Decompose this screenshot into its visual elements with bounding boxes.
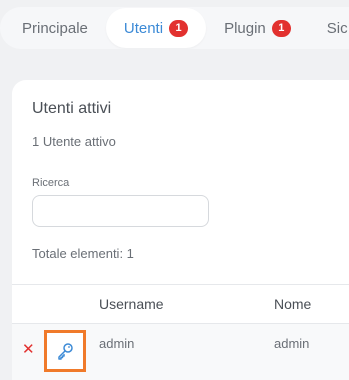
card-title: Utenti attivi — [32, 100, 112, 117]
tab-plugin[interactable]: Plugin 1 — [206, 8, 309, 48]
cell-nome: admin — [274, 336, 310, 351]
key-icon — [58, 343, 73, 360]
tab-bar: Principale Utenti 1 Plugin 1 Sic — [0, 7, 349, 49]
search-input[interactable] — [32, 195, 209, 227]
tab-label: Utenti — [123, 19, 164, 37]
active-users-card: Utenti attivi 1 Utente attivo Ricerca To… — [12, 80, 349, 380]
tab-principale[interactable]: Principale — [0, 8, 106, 48]
close-icon[interactable]: ✕ — [22, 340, 35, 358]
tab-utenti[interactable]: Utenti 1 — [105, 8, 207, 48]
tab-sicurezza[interactable]: Sic — [309, 8, 349, 48]
count-badge: 1 — [271, 19, 291, 37]
cell-username: admin — [99, 336, 135, 351]
table-header: Username Nome — [12, 284, 349, 324]
change-password-button[interactable] — [44, 330, 86, 372]
column-header-username[interactable]: Username — [99, 296, 164, 312]
tab-label: Principale — [22, 19, 88, 37]
table-row: ✕ admin admin — [12, 324, 349, 380]
search-label: Ricerca — [32, 177, 70, 189]
count-badge: 1 — [169, 19, 189, 37]
column-header-nome[interactable]: Nome — [274, 296, 311, 312]
tab-label: Plugin — [224, 19, 266, 37]
tab-label: Sic — [326, 19, 348, 37]
active-users-count: 1 Utente attivo — [32, 134, 116, 149]
total-items: Totale elementi: 1 — [32, 246, 134, 261]
